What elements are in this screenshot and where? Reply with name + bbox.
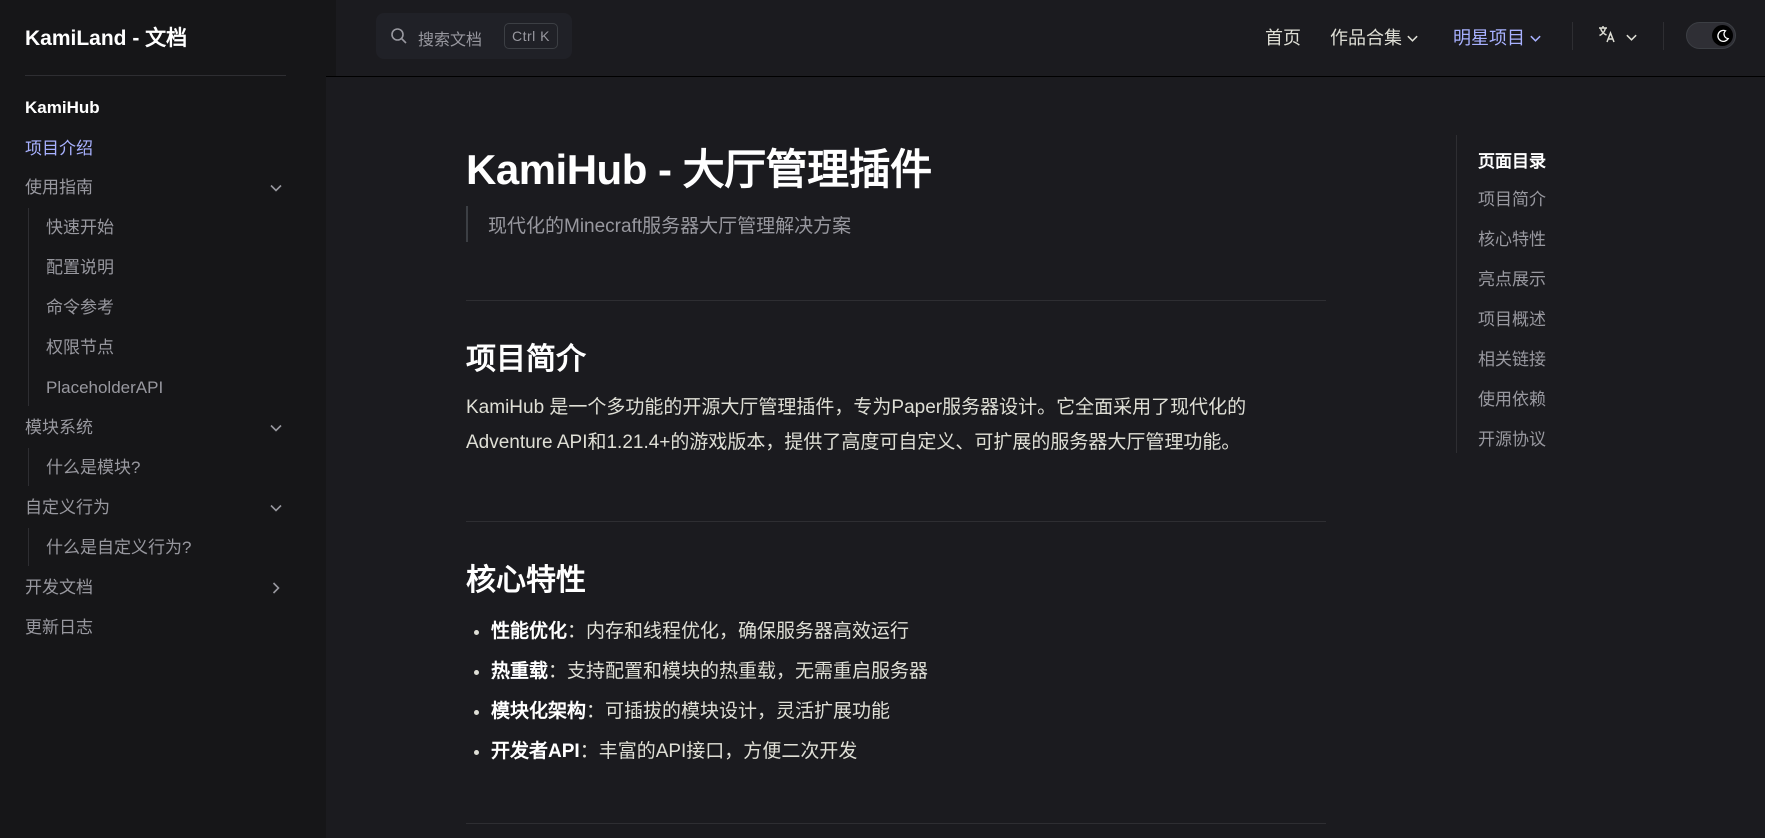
nav-link-star-projects[interactable]: 明星项目 [1453,24,1542,50]
sidebar-indent-line [28,528,29,566]
nav-link-star-label: 明星项目 [1453,28,1525,48]
feature-name: 模块化架构 [491,701,587,722]
page-outline: 页面目录 项目简介 核心特性 亮点展示 项目概述 相关链接 使用依赖 开源协议 [1456,135,1546,453]
sidebar-item-changelog[interactable]: 更新日志 [25,617,286,639]
chevron-down-icon[interactable] [266,418,286,438]
divider [466,823,1326,824]
navbar-sidebar-extension [326,0,336,76]
outline-item[interactable]: 亮点展示 [1478,265,1546,290]
sidebar-item-guide[interactable]: 使用指南 [25,177,286,199]
sidebar-item-commands[interactable]: 命令参考 [46,297,286,319]
search-placeholder: 搜索文档 [418,32,483,49]
dark-mode-toggle[interactable] [1686,22,1736,49]
sidebar-item-quickstart[interactable]: 快速开始 [46,217,286,239]
divider [466,521,1326,522]
intro-line-2: Adventure API和1.21.4+的游戏版本，提供了高度可自定义、可扩展… [466,432,1241,453]
nav-separator [1663,22,1664,50]
language-switcher[interactable] [1597,24,1638,49]
outline-item[interactable]: 开源协议 [1478,425,1546,450]
sidebar-item-label: 使用指南 [25,178,93,197]
list-item: 性能优化：内存和线程优化，确保服务器高效运行 [491,612,928,652]
section-heading-features: 核心特性 [466,564,586,597]
sidebar-item-label: 开发文档 [25,578,93,597]
sidebar-indent-line [28,208,29,406]
search-icon [390,27,408,50]
divider [466,300,1326,301]
translate-icon [1597,26,1617,48]
feature-desc: ：内存和线程优化，确保服务器高效运行 [567,621,910,642]
nav-link-works[interactable]: 作品合集 [1330,24,1419,50]
sidebar-item-permissions[interactable]: 权限节点 [46,337,286,359]
outline-item[interactable]: 项目简介 [1478,185,1546,210]
feature-name: 性能优化 [491,621,568,642]
section-heading-intro: 项目简介 [466,343,586,376]
chevron-down-icon[interactable] [266,178,286,198]
sidebar-group-title: KamiHub [25,98,100,117]
sidebar-item-what-is-module[interactable]: 什么是模块? [46,457,286,479]
outline-item[interactable]: 使用依赖 [1478,385,1546,410]
feature-desc: ：可插拔的模块设计，灵活扩展功能 [586,701,891,722]
intro-line-1: KamiHub 是一个多功能的开源大厅管理插件，专为Paper服务器设计。它全面… [466,397,1247,418]
outline-title: 页面目录 [1478,152,1546,171]
sidebar: KamiLand - 文档 KamiHub 项目介绍 使用指南 快速开始 配置说… [0,0,326,838]
sidebar-indent-line [28,448,29,486]
subtitle-blockquote: 现代化的Minecraft服务器大厅管理解决方案 [466,206,851,242]
list-item: 模块化架构：可插拔的模块设计，灵活扩展功能 [491,692,928,732]
feature-list: 性能优化：内存和线程优化，确保服务器高效运行 热重载：支持配置和模块的热重载，无… [466,612,928,772]
chevron-down-icon [1529,29,1542,50]
feature-name: 热重载 [491,661,549,682]
feature-desc: ：支持配置和模块的热重载，无需重启服务器 [548,661,929,682]
sidebar-item-custom-behavior[interactable]: 自定义行为 [25,497,286,519]
site-title[interactable]: KamiLand - 文档 [25,22,187,52]
chevron-down-icon [1406,29,1419,50]
search-shortcut-badge: Ctrl K [504,23,558,49]
sidebar-item-label: 模块系统 [25,418,93,437]
sidebar-item-config[interactable]: 配置说明 [46,257,286,279]
nav-link-home[interactable]: 首页 [1265,24,1301,50]
list-item: 开发者API：丰富的API接口，方便二次开发 [491,732,928,772]
outline-item[interactable]: 项目概述 [1478,305,1546,330]
nav-link-works-label: 作品合集 [1330,28,1402,48]
list-item: 热重载：支持配置和模块的热重载，无需重启服务器 [491,652,928,692]
sidebar-item-placeholderapi[interactable]: PlaceholderAPI [46,377,286,399]
chevron-down-icon[interactable] [266,498,286,518]
sidebar-divider [25,75,286,76]
sidebar-item-dev-docs[interactable]: 开发文档 [25,577,286,599]
moon-icon [1712,25,1733,46]
nav-separator [1572,22,1573,50]
intro-paragraph: KamiHub 是一个多功能的开源大厅管理插件，专为Paper服务器设计。它全面… [466,390,1326,460]
chevron-down-icon [1625,31,1638,48]
sidebar-item-label: 自定义行为 [25,498,110,517]
page-title: KamiHub - 大厅管理插件 [466,146,932,193]
feature-desc: ：丰富的API接口，方便二次开发 [579,741,858,762]
sidebar-item-intro[interactable]: 项目介绍 [25,138,286,160]
outline-item[interactable]: 核心特性 [1478,225,1546,250]
sidebar-item-modules[interactable]: 模块系统 [25,417,286,439]
chevron-right-icon[interactable] [266,578,286,598]
feature-name: 开发者API [491,741,580,762]
outline-item[interactable]: 相关链接 [1478,345,1546,370]
page-subtitle: 现代化的Minecraft服务器大厅管理解决方案 [488,216,852,237]
sidebar-item-what-is-custom-behavior[interactable]: 什么是自定义行为? [46,537,286,559]
search-button[interactable]: 搜索文档 Ctrl K [376,13,572,59]
